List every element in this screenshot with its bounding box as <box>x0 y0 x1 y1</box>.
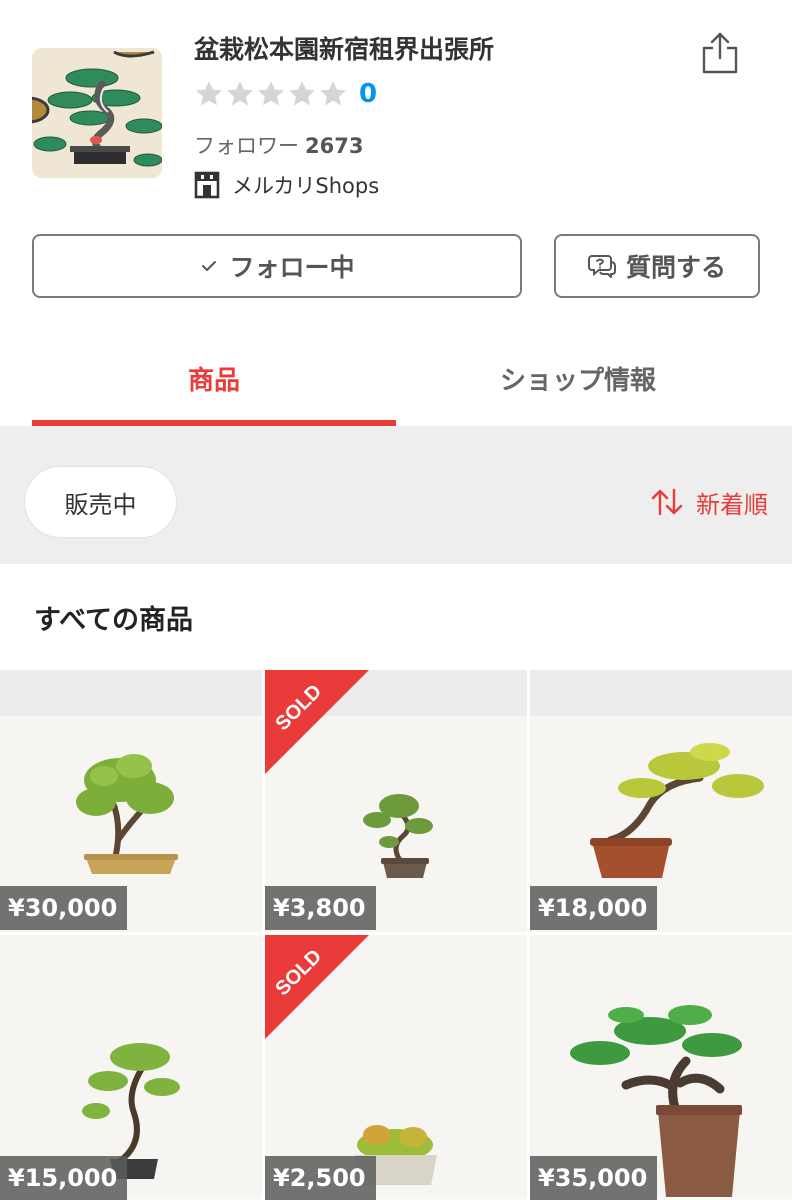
check-icon <box>199 256 219 276</box>
pine-illustration-icon <box>32 48 162 178</box>
star-icon <box>227 81 253 106</box>
share-button[interactable] <box>700 30 740 74</box>
sort-arrows-icon <box>651 488 683 516</box>
followers-info: フォロワー 2673 <box>194 130 363 160</box>
followers-count: 2673 <box>305 134 364 158</box>
rating[interactable]: 0 <box>194 76 377 112</box>
star-icon <box>289 81 315 106</box>
status-filter-button[interactable]: 販売中 <box>24 466 177 538</box>
chat-question-icon <box>587 252 616 280</box>
product-card[interactable]: SOLD ¥3,800 <box>265 670 527 932</box>
rating-count[interactable]: 0 <box>359 79 377 109</box>
share-icon <box>702 32 738 74</box>
star-icon <box>196 81 222 106</box>
star-icon <box>320 81 346 106</box>
shop-header: 盆栽松本園新宿租界出張所 0 フォロワー 2673 メルカリShops フォロー… <box>0 0 792 330</box>
follow-button[interactable]: フォロー中 <box>32 234 522 298</box>
product-price: ¥15,000 <box>0 1156 128 1200</box>
product-price: ¥30,000 <box>0 886 128 930</box>
shops-label-text: メルカリShops <box>232 174 380 198</box>
question-button-label: 質問する <box>625 253 726 282</box>
product-price: ¥2,500 <box>265 1156 376 1200</box>
sold-badge: SOLD <box>265 935 369 1039</box>
tab-bar: 商品 ショップ情報 <box>0 330 792 426</box>
sort-button[interactable]: 新着順 <box>650 484 768 520</box>
product-card[interactable]: ¥35,000 <box>530 935 792 1200</box>
mercari-shops-label: メルカリShops <box>194 170 379 200</box>
sort-label: 新着順 <box>696 490 768 519</box>
tab-shop-info[interactable]: ショップ情報 <box>396 330 760 426</box>
product-price: ¥35,000 <box>530 1156 658 1200</box>
product-grid: ¥30,000 SOLD ¥3,800 ¥18,000 ¥15,000 SOLD… <box>0 670 792 1200</box>
question-button[interactable]: 質問する <box>554 234 760 298</box>
product-card[interactable]: ¥18,000 <box>530 670 792 932</box>
sold-badge: SOLD <box>265 670 369 774</box>
tab-products[interactable]: 商品 <box>32 330 396 426</box>
product-price: ¥3,800 <box>265 886 376 930</box>
product-card[interactable]: ¥15,000 <box>0 935 262 1200</box>
shop-avatar[interactable] <box>32 48 162 178</box>
section-title: すべての商品 <box>34 605 194 636</box>
product-card[interactable]: SOLD ¥2,500 <box>265 935 527 1200</box>
product-price: ¥18,000 <box>530 886 658 930</box>
star-icon <box>258 81 284 106</box>
followers-label: フォロワー <box>194 134 299 158</box>
filter-bar: 販売中 新着順 <box>0 426 792 564</box>
shop-name: 盆栽松本園新宿租界出張所 <box>194 35 495 64</box>
store-icon <box>194 171 220 199</box>
product-card[interactable]: ¥30,000 <box>0 670 262 932</box>
follow-button-label: フォロー中 <box>229 253 355 282</box>
